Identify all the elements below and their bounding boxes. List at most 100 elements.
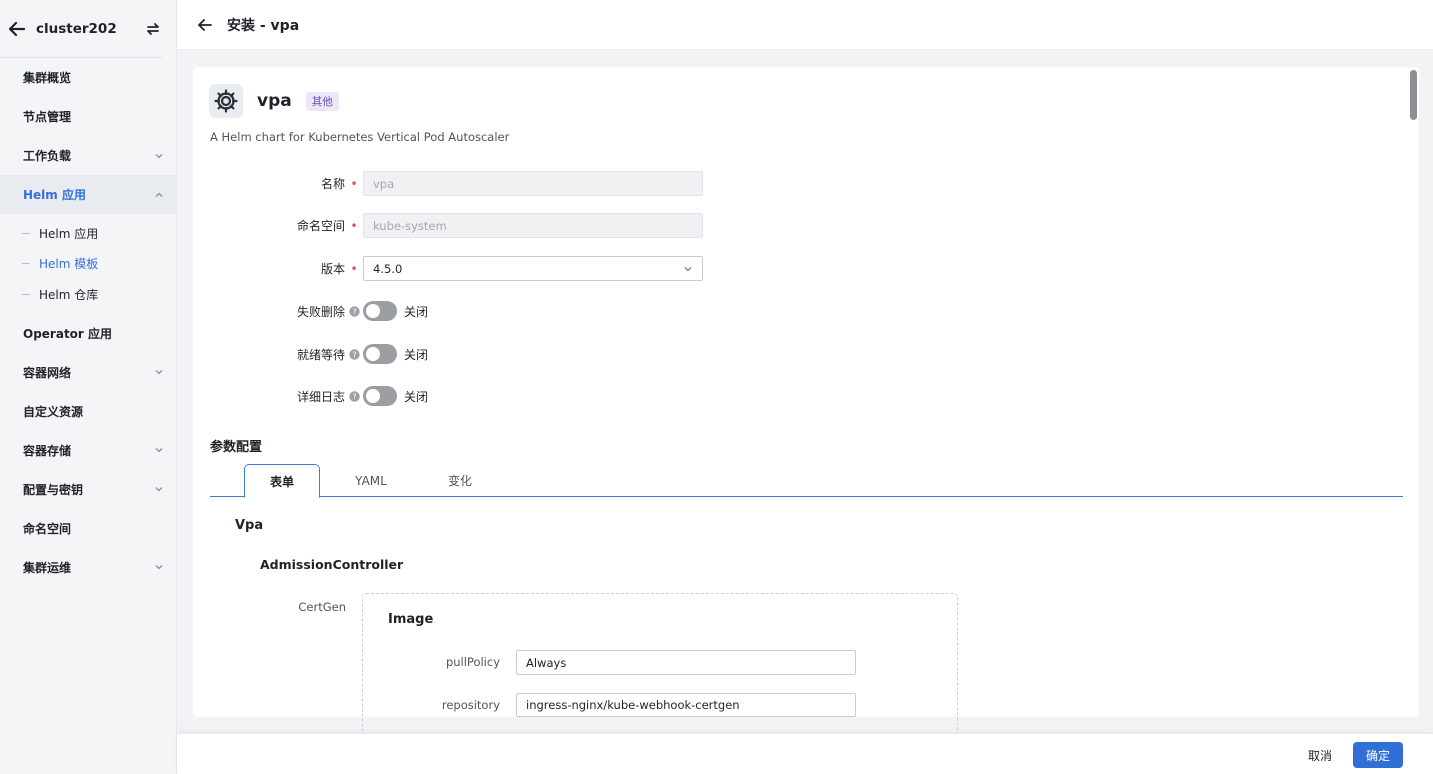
sidebar-item-label: 容器存储 bbox=[23, 443, 72, 458]
group-title-admission-controller: AdmissionController bbox=[260, 557, 404, 572]
repository-label: repository bbox=[441, 698, 500, 712]
sidebar-item-label: 集群运维 bbox=[23, 560, 72, 575]
scrollbar-thumb[interactable] bbox=[1410, 70, 1417, 120]
sidebar-item-label: 自定义资源 bbox=[23, 404, 84, 419]
params-section-title: 参数配置 bbox=[210, 440, 263, 455]
sidebar-item-operator-apps[interactable]: Operator 应用 bbox=[0, 314, 176, 353]
certgen-label: CertGen bbox=[298, 600, 346, 614]
cancel-button[interactable]: 取消 bbox=[1296, 742, 1344, 768]
sidebar-menu: 集群概览 节点管理 工作负载 Helm 应用 Helm 应用 Helm 模板 H… bbox=[0, 58, 176, 587]
chevron-down-icon bbox=[155, 487, 163, 492]
name-value: vpa bbox=[373, 176, 395, 191]
chevron-up-icon bbox=[155, 192, 163, 197]
pull-policy-label: pullPolicy bbox=[445, 655, 500, 669]
dash-icon bbox=[22, 263, 30, 265]
version-row: 版本 • 4.5.0 bbox=[209, 256, 703, 281]
sidebar-subitem-helm-templates[interactable]: Helm 模板 bbox=[0, 249, 176, 280]
sidebar-item-config-secrets[interactable]: 配置与密钥 bbox=[0, 470, 176, 509]
namespace-row: 命名空间 • kube-system bbox=[209, 213, 703, 238]
verbose-log-toggle[interactable] bbox=[363, 386, 397, 406]
version-label: 版本 bbox=[320, 262, 345, 276]
group-title-vpa: Vpa bbox=[235, 518, 264, 533]
help-icon[interactable]: ? bbox=[345, 305, 363, 317]
chevron-down-icon bbox=[684, 266, 692, 271]
dash-icon bbox=[22, 293, 30, 295]
required-mark: • bbox=[350, 261, 358, 276]
version-select[interactable]: 4.5.0 bbox=[363, 256, 703, 281]
name-field[interactable]: vpa bbox=[363, 171, 703, 196]
sidebar-item-label: 配置与密钥 bbox=[23, 482, 84, 497]
fail-delete-toggle[interactable] bbox=[363, 301, 397, 321]
sidebar-item-label: 命名空间 bbox=[23, 521, 72, 536]
tab-form[interactable]: 表单 bbox=[244, 464, 320, 498]
chart-description: A Helm chart for Kubernetes Vertical Pod… bbox=[210, 130, 510, 144]
sidebar-item-cluster-ops[interactable]: 集群运维 bbox=[0, 548, 176, 587]
fail-delete-state: 关闭 bbox=[404, 304, 429, 319]
sidebar-item-container-storage[interactable]: 容器存储 bbox=[0, 431, 176, 470]
sidebar-item-label: 集群概览 bbox=[23, 71, 72, 85]
toggle-knob bbox=[366, 389, 380, 403]
sidebar-item-node-management[interactable]: 节点管理 bbox=[0, 97, 176, 136]
help-icon[interactable]: ? bbox=[345, 348, 363, 360]
chevron-down-icon bbox=[155, 448, 163, 453]
chart-name: vpa bbox=[257, 91, 292, 111]
sidebar: cluster202 集群概览 节点管理 工作负载 Helm 应用 Helm 应… bbox=[0, 0, 177, 774]
chevron-down-icon bbox=[155, 565, 163, 570]
sidebar-item-namespaces[interactable]: 命名空间 bbox=[0, 509, 176, 548]
params-tabs: 表单 YAML 变化 bbox=[210, 464, 1403, 498]
page-header: 安装 - vpa bbox=[177, 0, 1433, 50]
back-arrow-icon[interactable] bbox=[197, 17, 213, 33]
verbose-log-label: 详细日志 bbox=[296, 389, 345, 404]
tab-yaml[interactable]: YAML bbox=[333, 464, 409, 497]
category-badge: 其他 bbox=[305, 91, 339, 111]
chevron-down-icon bbox=[155, 370, 163, 375]
svg-text:?: ? bbox=[352, 392, 356, 401]
namespace-field[interactable]: kube-system bbox=[363, 213, 703, 238]
sidebar-item-custom-resources[interactable]: 自定义资源 bbox=[0, 392, 176, 431]
sidebar-item-label: Helm 应用 bbox=[23, 188, 86, 202]
ready-wait-row: 就绪等待 ? 关闭 bbox=[209, 344, 428, 364]
repository-value: ingress-nginx/kube-webhook-certgen bbox=[526, 698, 740, 712]
pull-policy-value: Always bbox=[526, 655, 567, 670]
ready-wait-toggle[interactable] bbox=[363, 344, 397, 364]
ready-wait-state: 关闭 bbox=[404, 347, 429, 362]
group-title-image: Image bbox=[388, 612, 434, 627]
sidebar-subitem-helm-apps[interactable]: Helm 应用 bbox=[0, 218, 176, 249]
svg-text:?: ? bbox=[352, 307, 356, 316]
verbose-log-row: 详细日志 ? 关闭 bbox=[209, 386, 428, 406]
namespace-label: 命名空间 bbox=[296, 219, 345, 233]
footer-bar bbox=[177, 733, 1433, 774]
tab-changes[interactable]: 变化 bbox=[422, 464, 498, 497]
cluster-name: cluster202 bbox=[36, 20, 117, 37]
pull-policy-input[interactable]: Always bbox=[516, 650, 856, 675]
sidebar-item-label: Operator 应用 bbox=[23, 326, 113, 341]
chevron-down-icon bbox=[155, 153, 163, 158]
toggle-knob bbox=[366, 347, 380, 361]
repository-input[interactable]: ingress-nginx/kube-webhook-certgen bbox=[516, 693, 856, 717]
name-label: 名称 bbox=[320, 177, 345, 191]
switch-cluster-icon[interactable] bbox=[144, 20, 162, 38]
sidebar-item-container-network[interactable]: 容器网络 bbox=[0, 353, 176, 392]
help-icon[interactable]: ? bbox=[345, 390, 363, 402]
fail-delete-label: 失败删除 bbox=[296, 304, 345, 319]
verbose-log-state: 关闭 bbox=[404, 389, 429, 404]
required-mark: • bbox=[350, 176, 358, 191]
sidebar-header: cluster202 bbox=[0, 0, 162, 58]
back-arrow-icon[interactable] bbox=[8, 20, 26, 38]
required-mark: • bbox=[350, 218, 358, 233]
sidebar-item-label: 节点管理 bbox=[23, 110, 72, 124]
namespace-value: kube-system bbox=[373, 218, 447, 233]
dash-icon bbox=[22, 232, 30, 234]
sidebar-subitem-helm-repos[interactable]: Helm 仓库 bbox=[0, 279, 176, 310]
gear-icon bbox=[209, 84, 243, 118]
page-title: 安装 - vpa bbox=[227, 17, 300, 34]
sidebar-subitem-label: Helm 模板 bbox=[39, 257, 99, 272]
sidebar-item-cluster-overview[interactable]: 集群概览 bbox=[0, 58, 176, 97]
sidebar-subitem-label: Helm 应用 bbox=[39, 226, 99, 241]
version-value: 4.5.0 bbox=[373, 261, 403, 276]
sidebar-item-workloads[interactable]: 工作负载 bbox=[0, 136, 176, 175]
toggle-knob bbox=[366, 304, 380, 318]
confirm-button[interactable]: 确定 bbox=[1353, 742, 1403, 768]
fail-delete-row: 失败删除 ? 关闭 bbox=[209, 301, 428, 321]
sidebar-item-helm-apps[interactable]: Helm 应用 bbox=[0, 175, 176, 214]
